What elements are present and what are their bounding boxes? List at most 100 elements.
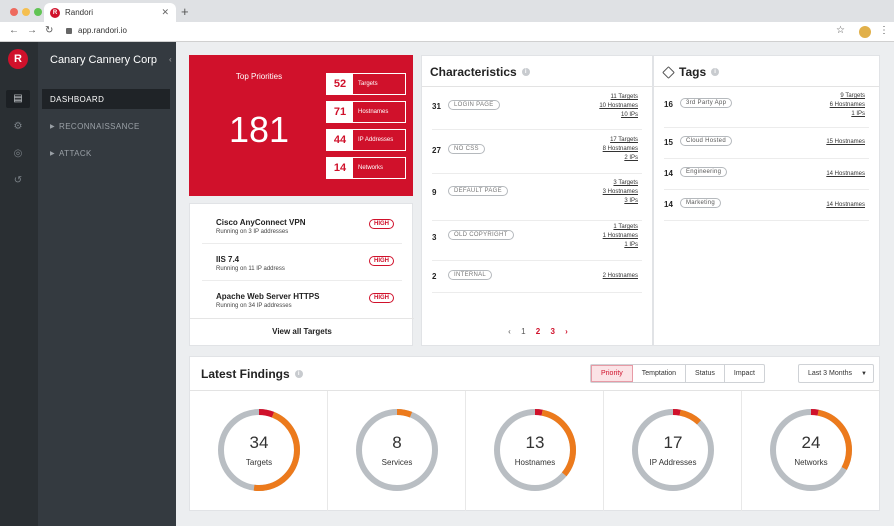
link-hostnames[interactable]: 8 Hostnames [603,145,638,154]
info-icon[interactable]: i [521,68,530,76]
characteristics-title: Characteristics i [430,65,530,79]
finding-gauge-networks[interactable]: 24 Networks [742,391,880,511]
card-title-text: Latest Findings [201,367,290,381]
history-icon[interactable]: ↺ [12,175,24,187]
profile-avatar[interactable] [859,26,871,38]
characteristic-links: 2 Hostnames [603,272,638,281]
address-bar: ← → ↻ app.randori.io ☆ ⋮ [0,22,894,42]
link-targets[interactable]: 9 Targets [830,92,865,101]
characteristic-pill[interactable]: OLD COPYRIGHT [448,230,514,240]
link-targets[interactable]: 3 Targets [603,179,638,188]
target-icon[interactable]: ◎ [12,148,24,160]
link-ips[interactable]: 1 IPs [830,110,865,119]
browser-tab[interactable]: R Randori ✕ [44,3,176,22]
tag-row[interactable]: 14 Marketing 14 Hostnames [664,190,869,221]
date-range-select[interactable]: Last 3 Months ▼ [798,364,874,383]
priority-ip-addresses[interactable]: 44 IP Addresses [326,129,406,151]
link-targets[interactable]: 11 Targets [599,93,638,102]
dashboard-icon[interactable]: ▤ [12,93,24,105]
filter-temptation[interactable]: Temptation [633,365,687,382]
link-hostnames[interactable]: 2 Hostnames [603,272,638,281]
next-page-icon[interactable]: › [565,327,568,336]
randori-logo[interactable]: R [8,49,28,69]
target-name: Apache Web Server HTTPS [216,292,320,301]
reload-icon[interactable]: ↻ [45,25,53,36]
collapse-sidebar-icon[interactable]: ‹ [169,55,172,64]
characteristic-pill[interactable]: LOGIN PAGE [448,100,500,110]
link-hostnames[interactable]: 14 Hostnames [826,201,865,210]
info-icon[interactable]: i [294,370,303,378]
finding-gauge-services[interactable]: 8 Services [328,391,466,511]
target-row[interactable]: Apache Web Server HTTPS Running on 34 IP… [202,282,402,318]
chevron-down-icon: ▼ [861,370,867,377]
characteristic-pill[interactable]: DEFAULT PAGE [448,186,508,196]
priority-networks[interactable]: 14 Networks [326,157,406,179]
filter-status[interactable]: Status [686,365,725,382]
filter-impact[interactable]: Impact [725,365,764,382]
forward-icon[interactable]: → [27,25,37,36]
sidebar-item-label: DASHBOARD [50,94,105,104]
top-priorities-card[interactable]: Top Priorities 181 52 Targets 71 Hostnam… [189,55,413,196]
priority-count: 71 [327,102,353,122]
card-title-text: Characteristics [430,65,517,79]
page-1[interactable]: 1 [521,327,525,336]
priority-hostnames[interactable]: 71 Hostnames [326,101,406,123]
finding-gauge-hostnames[interactable]: 13 Hostnames [466,391,604,511]
close-window-dot[interactable] [10,8,18,16]
sidebar: Canary Cannery Corp ‹ DASHBOARD ▶ RECONN… [38,42,176,526]
characteristic-pill[interactable]: NO CSS [448,144,485,154]
link-targets[interactable]: 1 Targets [603,223,638,232]
browser-menu-icon[interactable]: ⋮ [879,25,889,36]
target-row[interactable]: Cisco AnyConnect VPN Running on 3 IP add… [202,208,402,244]
priority-targets[interactable]: 52 Targets [326,73,406,95]
link-hostnames[interactable]: 15 Hostnames [826,138,865,147]
link-ips[interactable]: 10 IPs [599,111,638,120]
tag-row[interactable]: 15 Cloud Hosted 15 Hostnames [664,128,869,159]
findings-filter-group: Priority Temptation Status Impact [590,364,765,383]
page-2[interactable]: 2 [536,327,540,336]
gauge-label: Networks [794,458,828,467]
sidebar-item-reconnaissance[interactable]: ▶ RECONNAISSANCE [42,116,170,136]
link-hostnames[interactable]: 10 Hostnames [599,102,638,111]
prev-page-icon[interactable]: ‹ [508,327,511,336]
characteristic-row[interactable]: 27 NO CSS 17 Targets 8 Hostnames 2 IPs [432,136,642,174]
finding-gauge-ip-addresses[interactable]: 17 IP Addresses [604,391,742,511]
bookmark-star-icon[interactable]: ☆ [836,25,845,36]
tag-pill[interactable]: Engineering [680,167,728,177]
tag-row[interactable]: 16 3rd Party App 9 Targets 6 Hostnames 1… [664,90,869,128]
link-hostnames[interactable]: 14 Hostnames [826,170,865,179]
tag-pill[interactable]: Cloud Hosted [680,136,732,146]
link-hostnames[interactable]: 6 Hostnames [830,101,865,110]
new-tab-icon[interactable]: + [181,4,189,19]
link-targets[interactable]: 17 Targets [603,136,638,145]
gear-icon[interactable]: ⚙ [12,121,24,133]
back-icon[interactable]: ← [9,25,19,36]
characteristic-row[interactable]: 9 DEFAULT PAGE 3 Targets 3 Hostnames 3 I… [432,179,642,221]
characteristic-row[interactable]: 31 LOGIN PAGE 11 Targets 10 Hostnames 10… [432,92,642,130]
gauge-label: Hostnames [514,458,556,467]
info-icon[interactable]: i [711,68,720,76]
minimize-window-dot[interactable] [22,8,30,16]
characteristic-row[interactable]: 2 INTERNAL 2 Hostnames [432,265,642,293]
view-all-targets-link[interactable]: View all Targets [190,327,414,336]
page-3[interactable]: 3 [550,327,554,336]
link-hostnames[interactable]: 1 Hostnames [603,232,638,241]
link-hostnames[interactable]: 3 Hostnames [603,188,638,197]
link-ips[interactable]: 1 IPs [603,241,638,250]
filter-priority[interactable]: Priority [591,365,633,382]
target-row[interactable]: IIS 7.4 Running on 11 IP address HIGH [202,245,402,281]
link-ips[interactable]: 3 IPs [603,197,638,206]
tag-row[interactable]: 14 Engineering 14 Hostnames [664,159,869,190]
sidebar-item-attack[interactable]: ▶ ATTACK [42,143,170,163]
tag-pill[interactable]: 3rd Party App [680,98,733,108]
link-ips[interactable]: 2 IPs [603,154,638,163]
url-field[interactable]: app.randori.io [66,26,127,35]
finding-gauge-targets[interactable]: 34 Targets [190,391,328,511]
sidebar-item-dashboard[interactable]: DASHBOARD [42,89,170,109]
characteristic-pill[interactable]: INTERNAL [448,270,493,280]
characteristic-row[interactable]: 3 OLD COPYRIGHT 1 Targets 1 Hostnames 1 … [432,223,642,261]
tag-pill[interactable]: Marketing [680,198,722,208]
maximize-window-dot[interactable] [34,8,42,16]
close-tab-icon[interactable]: ✕ [161,7,169,18]
characteristics-card: Characteristics i 31 LOGIN PAGE 11 Targe… [421,55,653,346]
